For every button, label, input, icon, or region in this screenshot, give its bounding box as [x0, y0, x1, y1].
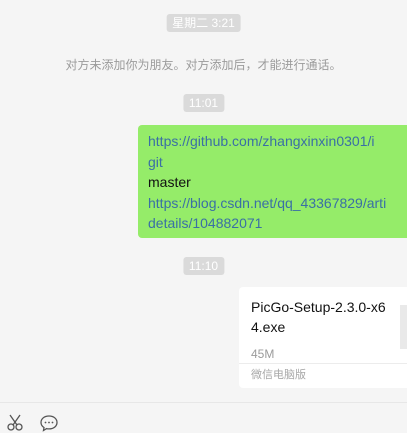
- scissors-icon[interactable]: [6, 413, 26, 433]
- message-bubble[interactable]: https://github.com/zhangxinxin0301/i git…: [138, 125, 407, 238]
- message-link[interactable]: https://blog.csdn.net/qq_43367829/arti: [148, 193, 407, 214]
- message-link[interactable]: git: [148, 152, 407, 173]
- timestamp: 11:01: [182, 94, 225, 112]
- timestamp: 11:10: [182, 257, 225, 275]
- chat-bubble-icon[interactable]: [39, 413, 59, 433]
- message-link[interactable]: https://github.com/zhangxinxin0301/i: [148, 131, 407, 152]
- divider: [239, 363, 407, 364]
- file-icon: [400, 305, 407, 349]
- system-notice: 对方未添加你为朋友。对方添加后，才能进行通话。: [65, 58, 342, 72]
- file-source: 微信电脑版: [251, 369, 306, 381]
- file-message-card[interactable]: PicGo-Setup-2.3.0-x64.exe 45M 微信电脑版: [239, 287, 407, 388]
- timestamp: 星期二 3:21: [166, 14, 241, 32]
- input-toolbar: [0, 402, 407, 433]
- file-name: PicGo-Setup-2.3.0-x64.exe: [251, 299, 386, 335]
- chat-area: 星期二 3:21 对方未添加你为朋友。对方添加后，才能进行通话。 11:01 h…: [0, 0, 407, 402]
- file-size: 45M: [251, 347, 275, 361]
- message-text: master: [148, 174, 191, 190]
- message-link[interactable]: details/104882071: [148, 213, 407, 234]
